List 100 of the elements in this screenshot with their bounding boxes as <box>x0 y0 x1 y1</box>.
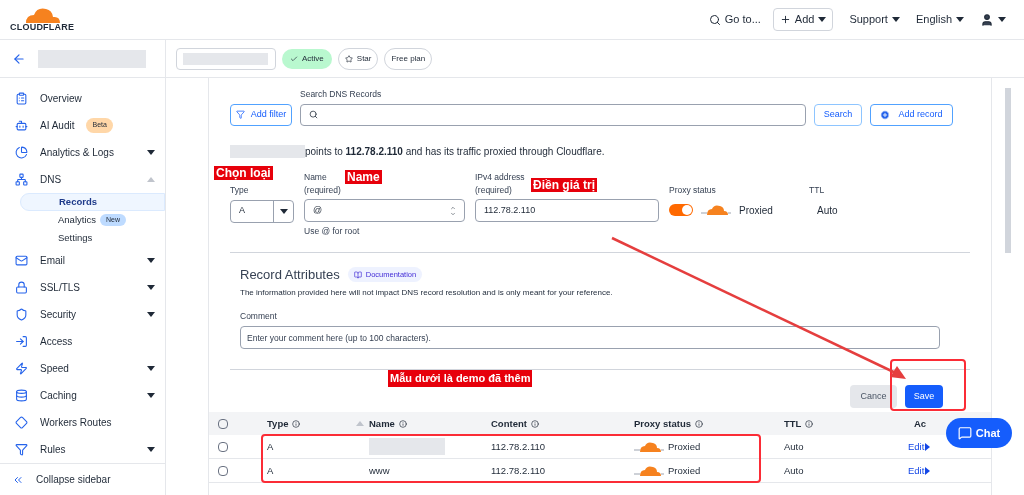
edit-link[interactable]: Edit <box>908 439 931 454</box>
caret-icon <box>147 150 155 155</box>
column-header[interactable]: Proxy status <box>634 416 692 431</box>
caret-icon <box>891 17 900 22</box>
sidebar-item[interactable]: Analytics & Logs <box>0 139 165 166</box>
sidebar-item[interactable]: Workers Routes <box>0 409 165 436</box>
checkbox[interactable] <box>218 465 228 476</box>
name-field[interactable]: @ <box>304 199 465 223</box>
diamond-icon <box>15 416 28 429</box>
proxy-status-text: Proxied <box>739 203 773 218</box>
name-label: Name <box>304 170 327 184</box>
caret-icon <box>998 17 1006 22</box>
table-cell-text: A <box>267 463 275 478</box>
back-icon[interactable] <box>12 51 26 66</box>
cloud-icon <box>634 464 664 477</box>
status-badge: Active <box>282 48 332 69</box>
info-icon <box>530 419 539 428</box>
sort-caret-icon <box>356 421 365 427</box>
caret-icon <box>818 17 827 22</box>
search-field[interactable] <box>300 103 806 126</box>
checkbox[interactable] <box>218 418 228 429</box>
summary-text: points to 112.78.2.110 and has its traffic proxied through Cloudflare. <box>305 145 605 160</box>
caret-icon <box>147 177 155 182</box>
sidebar-item[interactable]: Email <box>0 247 165 274</box>
sidebar-item[interactable]: Access <box>0 328 165 355</box>
chat-button[interactable]: Chat <box>946 418 1012 448</box>
info-icon <box>292 419 301 428</box>
annotation-label: Mẫu dưới là demo đã thêm <box>388 370 533 387</box>
caret-icon <box>147 258 155 263</box>
search-icon <box>309 110 318 120</box>
sidebar-item[interactable]: Speed <box>0 355 165 382</box>
support-button[interactable]: Support <box>849 11 900 28</box>
search-button[interactable]: Search <box>814 103 862 126</box>
name-hint: Use @ for root <box>304 225 361 238</box>
check-icon <box>290 54 298 63</box>
comment-field[interactable]: Enter your comment here (up to 100 characters). <box>240 326 940 350</box>
save-button[interactable]: Save <box>905 385 943 409</box>
scrollbar-thumb[interactable] <box>1005 88 1011 253</box>
info-icon <box>695 419 704 428</box>
login-icon <box>15 335 28 348</box>
comment-label: Comment <box>240 309 278 323</box>
column-header[interactable]: TTL <box>784 416 802 431</box>
column-header[interactable]: Type <box>267 416 289 431</box>
ttl-value: Auto <box>816 203 838 218</box>
goto-button[interactable]: Go to... <box>708 11 761 28</box>
lock-icon <box>15 281 28 294</box>
robot-icon <box>15 119 28 132</box>
edit-link[interactable]: Edit <box>908 463 931 478</box>
add-button[interactable]: Add <box>772 8 834 31</box>
sidebar-item[interactable]: Overview <box>0 85 165 112</box>
checkbox[interactable] <box>218 441 228 452</box>
sidebar-item[interactable]: Security <box>0 301 165 328</box>
table-cell-text: A <box>267 439 275 454</box>
sidebar-subitem[interactable]: Records <box>20 193 165 211</box>
funnel-icon <box>15 443 28 456</box>
add-filter-button[interactable]: Add filter <box>230 103 292 126</box>
star-icon <box>344 54 353 63</box>
cloud-icon <box>634 440 664 453</box>
type-select[interactable]: A <box>230 199 294 223</box>
triangle-icon <box>925 466 931 475</box>
sidebar-subitem[interactable]: Settings <box>20 229 165 247</box>
lightning-icon <box>15 362 28 375</box>
sidebar-item[interactable]: DNS <box>0 166 165 193</box>
table-cell: Auto <box>784 440 804 452</box>
envelope-icon <box>15 254 28 267</box>
proxy-toggle[interactable] <box>669 204 693 216</box>
add-record-button[interactable]: Add record <box>870 103 953 126</box>
info-icon <box>398 419 407 428</box>
column-header[interactable]: Content <box>491 416 527 431</box>
annotation-label: Chọn loại <box>214 166 273 180</box>
caret-icon <box>147 393 155 398</box>
collapse-sidebar-button[interactable]: Collapse sidebar <box>0 463 165 495</box>
annotation-label: Điền giá trị <box>531 178 597 192</box>
column-header[interactable]: Name <box>369 416 395 431</box>
caret-icon <box>279 208 288 214</box>
annotation-label: Name <box>345 170 382 184</box>
caret-icon <box>147 447 155 452</box>
chat-icon <box>957 426 972 440</box>
pie-chart-icon <box>15 146 28 159</box>
column-header[interactable]: Ac <box>914 416 927 431</box>
book-icon <box>353 270 362 279</box>
cloud-icon <box>701 204 731 216</box>
table-cell: Proxied <box>668 463 701 478</box>
ipv4-field[interactable]: 112.78.2.110 <box>475 199 659 223</box>
caret-icon <box>147 366 155 371</box>
database-icon <box>15 389 28 402</box>
table-cell: www <box>369 464 390 476</box>
required-label: (required) <box>475 183 512 197</box>
sidebar-item[interactable]: Rules <box>0 436 165 463</box>
language-button[interactable]: English <box>915 11 964 28</box>
type-label: Type <box>230 183 249 197</box>
info-text: The information provided here will not impact DNS record resolution and is only meant for your reference. <box>240 286 614 299</box>
user-menu-button[interactable] <box>980 12 1006 27</box>
sidebar-item[interactable]: Caching <box>0 382 165 409</box>
ipv4-label: IPv4 address <box>475 170 525 184</box>
sidebar-item[interactable]: SSL/TLS <box>0 274 165 301</box>
cancel-button[interactable]: Cance <box>850 385 897 409</box>
info-icon <box>805 419 814 428</box>
triangle-icon <box>925 442 931 451</box>
shield-icon <box>15 308 28 321</box>
